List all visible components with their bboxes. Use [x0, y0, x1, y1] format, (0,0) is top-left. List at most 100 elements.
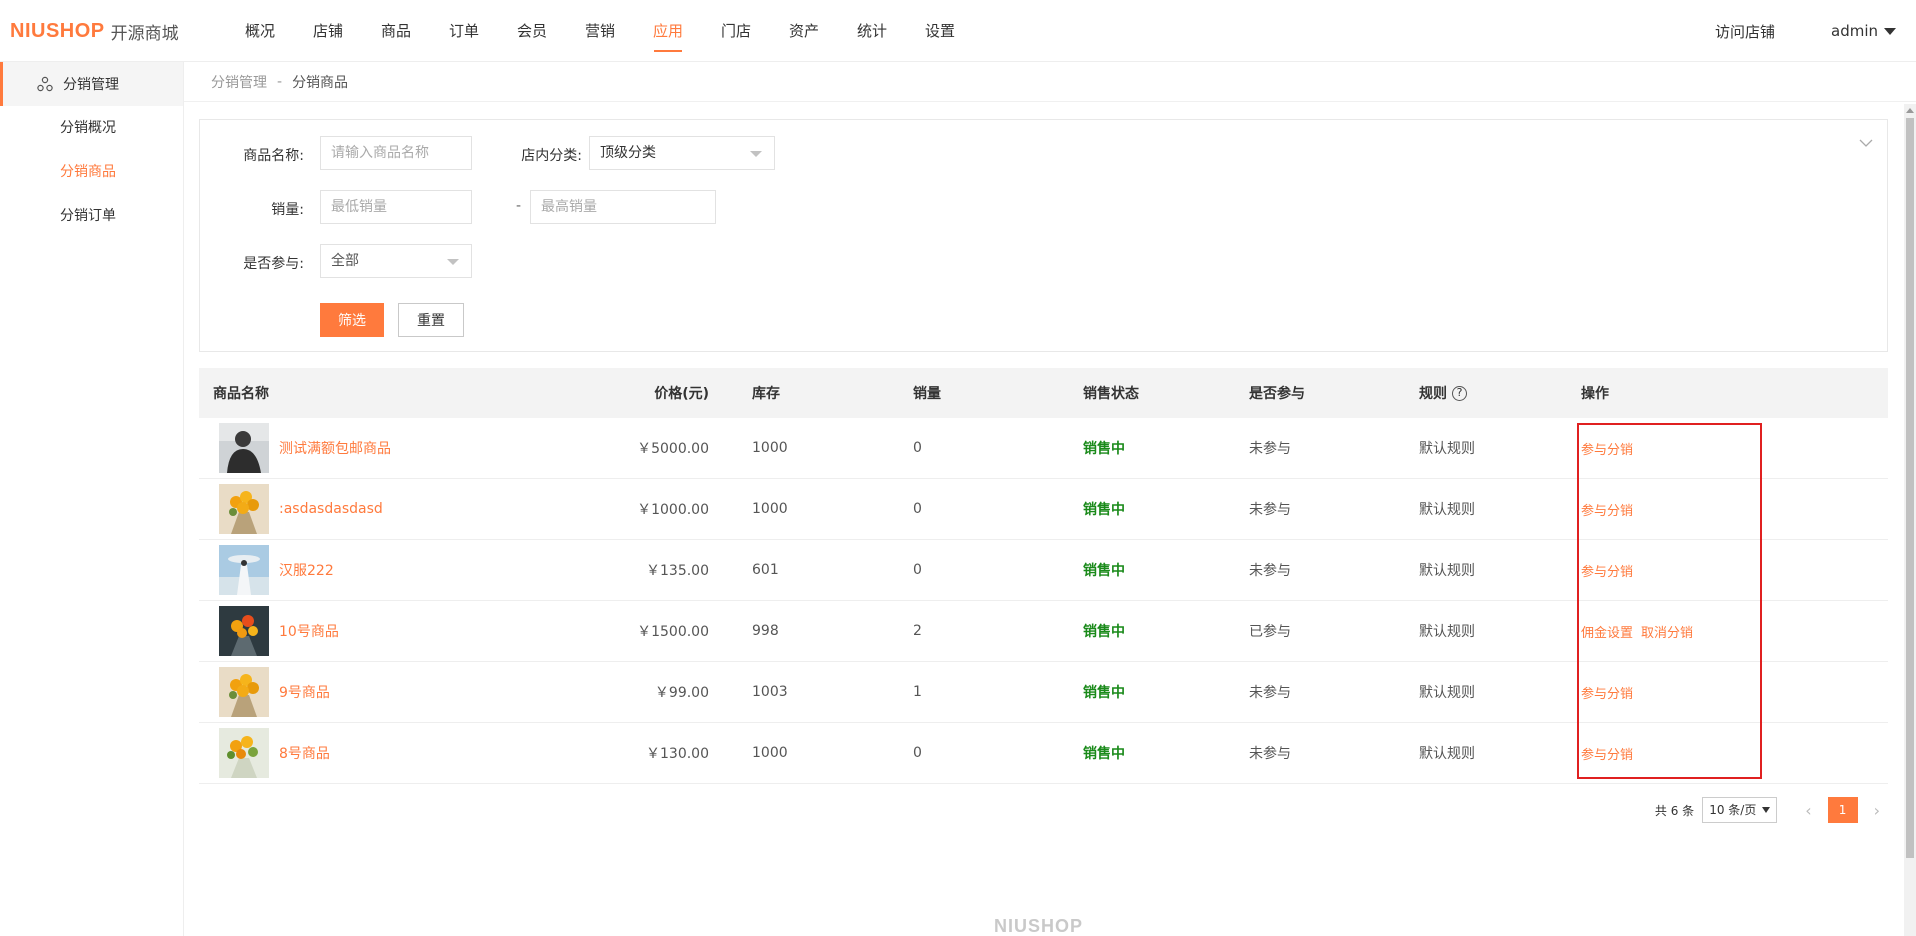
logo-text: 开源商城: [110, 23, 179, 44]
nav-item-5[interactable]: 营销: [566, 0, 634, 62]
nav-item-9[interactable]: 统计: [838, 0, 906, 62]
sidebar-group-label: 分销管理: [63, 77, 119, 93]
nav-item-10[interactable]: 设置: [906, 0, 974, 62]
product-thumbnail: [219, 484, 269, 534]
table-row: 9号商品 ￥99.00 1003 1 销售中 未参与 默认规则 参与分销: [199, 662, 1888, 723]
product-name-link[interactable]: 10号商品: [279, 621, 339, 641]
dropdown-arrow-icon: [1762, 807, 1771, 813]
product-name-input[interactable]: 请输入商品名称: [320, 136, 472, 170]
pagination: 共 6 条 10 条/页 ‹ 1 ›: [1655, 797, 1888, 823]
cell-price: ￥1500.00: [637, 624, 709, 640]
logo[interactable]: NIUSHOP 开源商城: [10, 19, 179, 44]
visit-store-link[interactable]: 访问店铺: [1715, 21, 1775, 42]
table-row: 测试满额包邮商品 ￥5000.00 1000 0 销售中 未参与 默认规则 参与分销: [199, 418, 1888, 479]
chevron-down-icon[interactable]: [1859, 138, 1873, 148]
product-name-link[interactable]: 8号商品: [279, 743, 330, 763]
product-thumbnail: [219, 606, 269, 656]
goods-table: 商品名称 价格(元) 库存 销量 销售状态 是否参与 规则 ? 操作 测试满额包…: [199, 368, 1888, 784]
cell-price: ￥5000.00: [637, 441, 709, 457]
nav-item-7[interactable]: 门店: [702, 0, 770, 62]
scrollbar-thumb[interactable]: [1906, 118, 1914, 858]
cell-op: 参与分销: [1555, 500, 1888, 519]
cell-rule: 默认规则: [1419, 685, 1475, 701]
join-value: 全部: [331, 253, 359, 269]
search-button[interactable]: 筛选: [320, 303, 384, 337]
table-row: 汉服222 ￥135.00 601 0 销售中 未参与 默认规则 参与分销: [199, 540, 1888, 601]
product-name-link[interactable]: 测试满额包邮商品: [279, 438, 391, 458]
product-name-link[interactable]: :asdasdasdasd: [279, 501, 383, 517]
cell-op: 参与分销: [1555, 561, 1888, 580]
cell-name: :asdasdasdasd: [199, 484, 499, 534]
nav-item-3[interactable]: 订单: [430, 0, 498, 62]
nav-item-6[interactable]: 应用: [634, 0, 702, 62]
cell-rule: 默认规则: [1419, 502, 1475, 518]
nav-item-4[interactable]: 会员: [498, 0, 566, 62]
cell-name: 汉服222: [199, 545, 499, 595]
top-header: NIUSHOP 开源商城 概况 店铺 商品 订单 会员 营销 应用 门店 资产 统计 设置 访问店铺…: [0, 0, 1916, 62]
nav-item-1[interactable]: 店铺: [294, 0, 362, 62]
cell-op: 参与分销: [1555, 683, 1888, 702]
join-select[interactable]: 全部: [320, 244, 472, 278]
nav-item-2[interactable]: 商品: [362, 0, 430, 62]
op-link[interactable]: 参与分销: [1581, 504, 1633, 519]
status-label: 销售中: [1083, 685, 1125, 701]
cell-name: 测试满额包邮商品: [199, 423, 499, 473]
user-menu[interactable]: admin: [1831, 22, 1896, 40]
cell-join: 未参与: [1249, 685, 1291, 701]
nav-item-8[interactable]: 资产: [770, 0, 838, 62]
sales-max-input[interactable]: 最高销量: [530, 190, 716, 224]
header-stock: 库存: [752, 386, 780, 402]
cell-name: 8号商品: [199, 728, 499, 778]
product-thumbnail: [219, 667, 269, 717]
cell-price: ￥130.00: [646, 746, 709, 762]
cell-status: 销售中: [1047, 682, 1215, 702]
status-label: 销售中: [1083, 441, 1125, 457]
cell-price: ￥1000.00: [637, 502, 709, 518]
status-label: 销售中: [1083, 502, 1125, 518]
prev-page-icon[interactable]: ‹: [1797, 801, 1819, 820]
logo-mark: NIUSHOP: [10, 19, 105, 42]
cell-op: 佣金设置 取消分销: [1555, 622, 1888, 641]
reset-button[interactable]: 重置: [398, 303, 464, 337]
sidebar-group-distribution[interactable]: 分销管理: [0, 62, 183, 106]
product-name-link[interactable]: 汉服222: [279, 560, 334, 580]
product-thumbnail: [219, 728, 269, 778]
op-link[interactable]: 参与分销: [1581, 748, 1633, 763]
cell-status: 销售中: [1047, 499, 1215, 519]
cell-stock: 1000: [752, 745, 788, 761]
sidebar-item-2[interactable]: 分销订单: [0, 194, 183, 238]
breadcrumb-current: 分销商品: [292, 74, 349, 91]
cell-stock: 601: [752, 562, 779, 578]
cell-join: 未参与: [1249, 746, 1291, 762]
next-page-icon[interactable]: ›: [1866, 801, 1888, 820]
page-number[interactable]: 1: [1827, 797, 1858, 823]
product-name-link[interactable]: 9号商品: [279, 682, 330, 702]
table-header: 商品名称 价格(元) 库存 销量 销售状态 是否参与 规则 ? 操作: [199, 368, 1888, 418]
dropdown-arrow-icon: [447, 259, 459, 265]
op-link[interactable]: 参与分销: [1581, 565, 1633, 580]
sidebar-item-1[interactable]: 分销商品: [0, 150, 183, 194]
cell-sales: 1: [913, 684, 922, 700]
category-select[interactable]: 顶级分类: [589, 136, 775, 170]
cell-rule: 默认规则: [1419, 441, 1475, 457]
op-link[interactable]: 佣金设置: [1581, 626, 1633, 641]
op-link[interactable]: 参与分销: [1581, 687, 1633, 702]
category-label: 店内分类:: [521, 148, 582, 164]
op-link[interactable]: 参与分销: [1581, 443, 1633, 458]
cell-join: 未参与: [1249, 441, 1291, 457]
sales-min-input[interactable]: 最低销量: [320, 190, 472, 224]
table-row: 10号商品 ￥1500.00 998 2 销售中 已参与 默认规则 佣金设置 取消分销: [199, 601, 1888, 662]
page-scrollbar[interactable]: [1904, 104, 1916, 936]
op-link[interactable]: 取消分销: [1641, 626, 1693, 641]
help-icon[interactable]: ?: [1452, 385, 1467, 401]
page-size-value: 10 条/页: [1709, 803, 1757, 817]
nav-item-0[interactable]: 概况: [226, 0, 294, 62]
page-size-select[interactable]: 10 条/页: [1702, 797, 1778, 823]
header-price: 价格(元): [654, 386, 709, 402]
status-label: 销售中: [1083, 624, 1125, 640]
sidebar-item-0[interactable]: 分销概况: [0, 106, 183, 150]
scroll-up-icon[interactable]: [1906, 108, 1914, 113]
breadcrumb-parent[interactable]: 分销管理: [211, 72, 267, 92]
cell-price: ￥135.00: [646, 563, 709, 579]
cell-rule: 默认规则: [1419, 746, 1475, 762]
